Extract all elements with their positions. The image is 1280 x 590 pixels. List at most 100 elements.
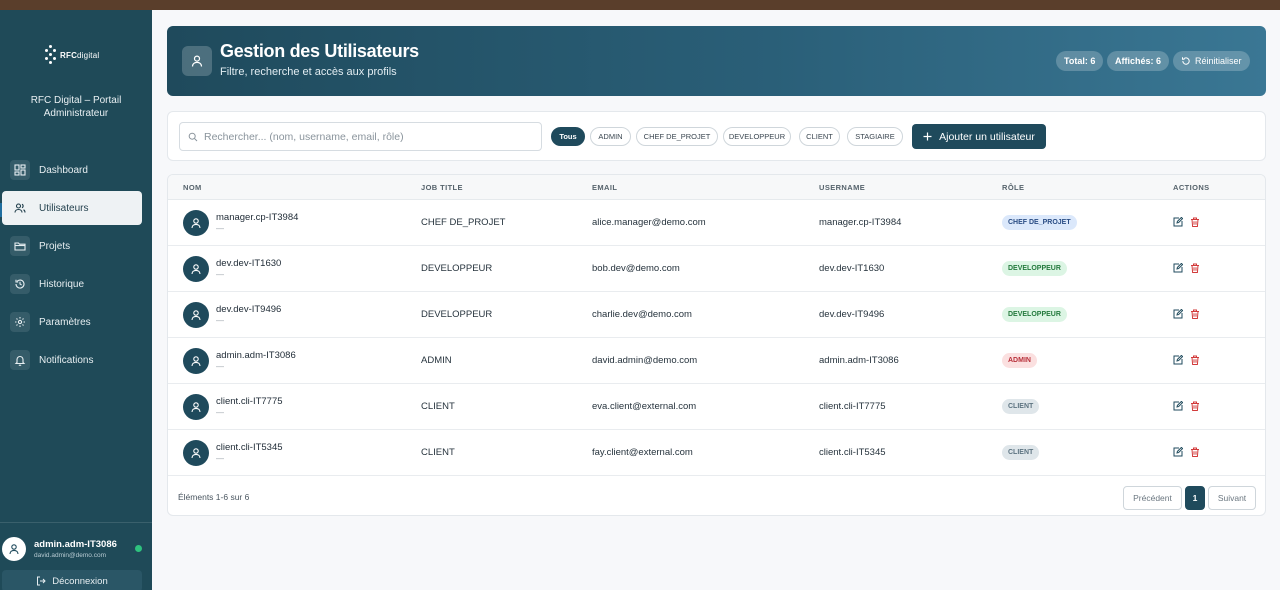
user-icon bbox=[182, 46, 212, 76]
filter-chip-tous[interactable]: Tous bbox=[551, 127, 585, 146]
search-box bbox=[179, 122, 542, 151]
sidebar-item-dashboard[interactable]: Dashboard bbox=[2, 153, 142, 187]
user-name[interactable]: admin.adm-IT3086 bbox=[216, 350, 296, 361]
role-badge: DEVELOPPEUR bbox=[1002, 261, 1067, 276]
role-badge: CLIENT bbox=[1002, 445, 1040, 460]
job-title-cell: DEVELOPPEUR bbox=[421, 263, 493, 274]
gear-icon bbox=[10, 312, 30, 332]
edit-icon[interactable] bbox=[1173, 309, 1183, 319]
avatar bbox=[183, 302, 209, 328]
delete-icon[interactable] bbox=[1190, 309, 1200, 319]
email-cell: david.admin@demo.com bbox=[592, 355, 698, 366]
logout-icon bbox=[37, 576, 46, 586]
search-input[interactable] bbox=[204, 130, 534, 143]
user-subtitle: — bbox=[216, 270, 224, 279]
email-cell: charlie.dev@demo.com bbox=[592, 309, 692, 320]
username-cell: client.cli-IT5345 bbox=[819, 447, 886, 458]
search-icon bbox=[188, 132, 198, 141]
edit-icon[interactable] bbox=[1173, 355, 1183, 365]
logo-text: RFCdigital bbox=[60, 50, 100, 60]
column-header-role[interactable]: RÔLE bbox=[1002, 183, 1024, 192]
delete-icon[interactable] bbox=[1190, 263, 1200, 273]
row-actions bbox=[1173, 217, 1200, 227]
edit-icon[interactable] bbox=[1173, 217, 1183, 227]
previous-page-button[interactable]: Précédent bbox=[1123, 486, 1182, 510]
job-title-cell: DEVELOPPEUR bbox=[421, 309, 493, 320]
filter-chip-chef-de-projet[interactable]: CHEF DE_PROJET bbox=[636, 127, 718, 146]
user-name[interactable]: client.cli-IT5345 bbox=[216, 442, 283, 453]
filter-chip-admin[interactable]: ADMIN bbox=[590, 127, 631, 146]
column-header-job-title[interactable]: JOB TITLE bbox=[421, 183, 463, 192]
row-actions bbox=[1173, 355, 1200, 365]
sidebar-item-label: Projets bbox=[39, 240, 71, 252]
column-header-nom[interactable]: NOM bbox=[183, 183, 202, 192]
plus-icon bbox=[923, 132, 932, 141]
filter-chip-developpeur[interactable]: DEVELOPPEUR bbox=[723, 127, 791, 146]
filter-chip-client[interactable]: CLIENT bbox=[799, 127, 840, 146]
page-header: Gestion des Utilisateurs Filtre, recherc… bbox=[167, 26, 1266, 96]
sidebar-item-notifications[interactable]: Notifications bbox=[2, 343, 142, 377]
user-name[interactable]: dev.dev-IT9496 bbox=[216, 304, 281, 315]
avatar[interactable] bbox=[2, 537, 26, 561]
row-actions bbox=[1173, 447, 1200, 457]
sidebar-item-projets[interactable]: Projets bbox=[2, 229, 142, 263]
job-title-cell: ADMIN bbox=[421, 355, 452, 366]
sidebar-nav: Dashboard Utilisateurs Projets Historiqu… bbox=[0, 153, 152, 381]
avatar bbox=[183, 256, 209, 282]
email-cell: alice.manager@demo.com bbox=[592, 217, 706, 228]
table-row[interactable]: dev.dev-IT9496 — DEVELOPPEUR charlie.dev… bbox=[168, 292, 1265, 338]
page-1-button[interactable]: 1 bbox=[1185, 486, 1205, 510]
job-title-cell: CHEF DE_PROJET bbox=[421, 217, 506, 228]
sidebar-item-historique[interactable]: Historique bbox=[2, 267, 142, 301]
users-table: NOM JOB TITLE EMAIL USERNAME RÔLE ACTION… bbox=[167, 174, 1266, 516]
table-row[interactable]: manager.cp-IT3984 — CHEF DE_PROJET alice… bbox=[168, 200, 1265, 246]
table-row[interactable]: admin.adm-IT3086 — ADMIN david.admin@dem… bbox=[168, 338, 1265, 384]
history-icon bbox=[10, 274, 30, 294]
delete-icon[interactable] bbox=[1190, 355, 1200, 365]
edit-icon[interactable] bbox=[1173, 447, 1183, 457]
current-user-block: admin.adm-IT3086 david.admin@demo.com Dé… bbox=[0, 522, 152, 590]
reset-button[interactable]: Réinitialiser bbox=[1173, 51, 1250, 71]
online-status-dot bbox=[135, 545, 142, 552]
sidebar-item-utilisateurs[interactable]: Utilisateurs bbox=[2, 191, 142, 225]
column-header-username[interactable]: USERNAME bbox=[819, 183, 865, 192]
delete-icon[interactable] bbox=[1190, 447, 1200, 457]
user-name[interactable]: dev.dev-IT1630 bbox=[216, 258, 281, 269]
filter-chip-stagiaire[interactable]: STAGIAIRE bbox=[847, 127, 903, 146]
user-subtitle: — bbox=[216, 316, 224, 325]
column-header-email[interactable]: EMAIL bbox=[592, 183, 617, 192]
portal-title: RFC Digital – Portail Administrateur bbox=[30, 95, 122, 119]
logout-button[interactable]: Déconnexion bbox=[2, 570, 142, 590]
edit-icon[interactable] bbox=[1173, 263, 1183, 273]
username-cell: client.cli-IT7775 bbox=[819, 401, 886, 412]
delete-icon[interactable] bbox=[1190, 217, 1200, 227]
user-subtitle: — bbox=[216, 408, 224, 417]
sidebar-item-label: Dashboard bbox=[39, 164, 88, 176]
folder-icon bbox=[10, 236, 30, 256]
shown-count-badge: Affichés: 6 bbox=[1107, 51, 1170, 71]
table-row[interactable]: client.cli-IT5345 — CLIENT fay.client@ex… bbox=[168, 430, 1265, 476]
user-name[interactable]: manager.cp-IT3984 bbox=[216, 212, 298, 223]
row-actions bbox=[1173, 263, 1200, 273]
add-user-button[interactable]: Ajouter un utilisateur bbox=[912, 124, 1046, 149]
row-actions bbox=[1173, 401, 1200, 411]
username-cell: manager.cp-IT3984 bbox=[819, 217, 902, 228]
table-row[interactable]: client.cli-IT7775 — CLIENT eva.client@ex… bbox=[168, 384, 1265, 430]
role-badge: ADMIN bbox=[1002, 353, 1037, 368]
username-cell: admin.adm-IT3086 bbox=[819, 355, 899, 366]
next-page-button[interactable]: Suivant bbox=[1208, 486, 1256, 510]
edit-icon[interactable] bbox=[1173, 401, 1183, 411]
add-user-label: Ajouter un utilisateur bbox=[939, 130, 1035, 143]
pagination-count: Éléments 1-6 sur 6 bbox=[178, 492, 250, 502]
avatar bbox=[183, 394, 209, 420]
sidebar-item-label: Historique bbox=[39, 278, 85, 290]
reset-icon bbox=[1182, 57, 1190, 65]
table-footer: Éléments 1-6 sur 6 Précédent 1 Suivant bbox=[168, 477, 1265, 515]
user-name[interactable]: client.cli-IT7775 bbox=[216, 396, 283, 407]
table-row[interactable]: dev.dev-IT1630 — DEVELOPPEUR bob.dev@dem… bbox=[168, 246, 1265, 292]
brand-logo[interactable]: RFCdigital bbox=[44, 44, 108, 66]
delete-icon[interactable] bbox=[1190, 401, 1200, 411]
table-header: NOM JOB TITLE EMAIL USERNAME RÔLE ACTION… bbox=[168, 175, 1265, 200]
logout-label: Déconnexion bbox=[52, 575, 108, 587]
sidebar-item-parametres[interactable]: Paramètres bbox=[2, 305, 142, 339]
